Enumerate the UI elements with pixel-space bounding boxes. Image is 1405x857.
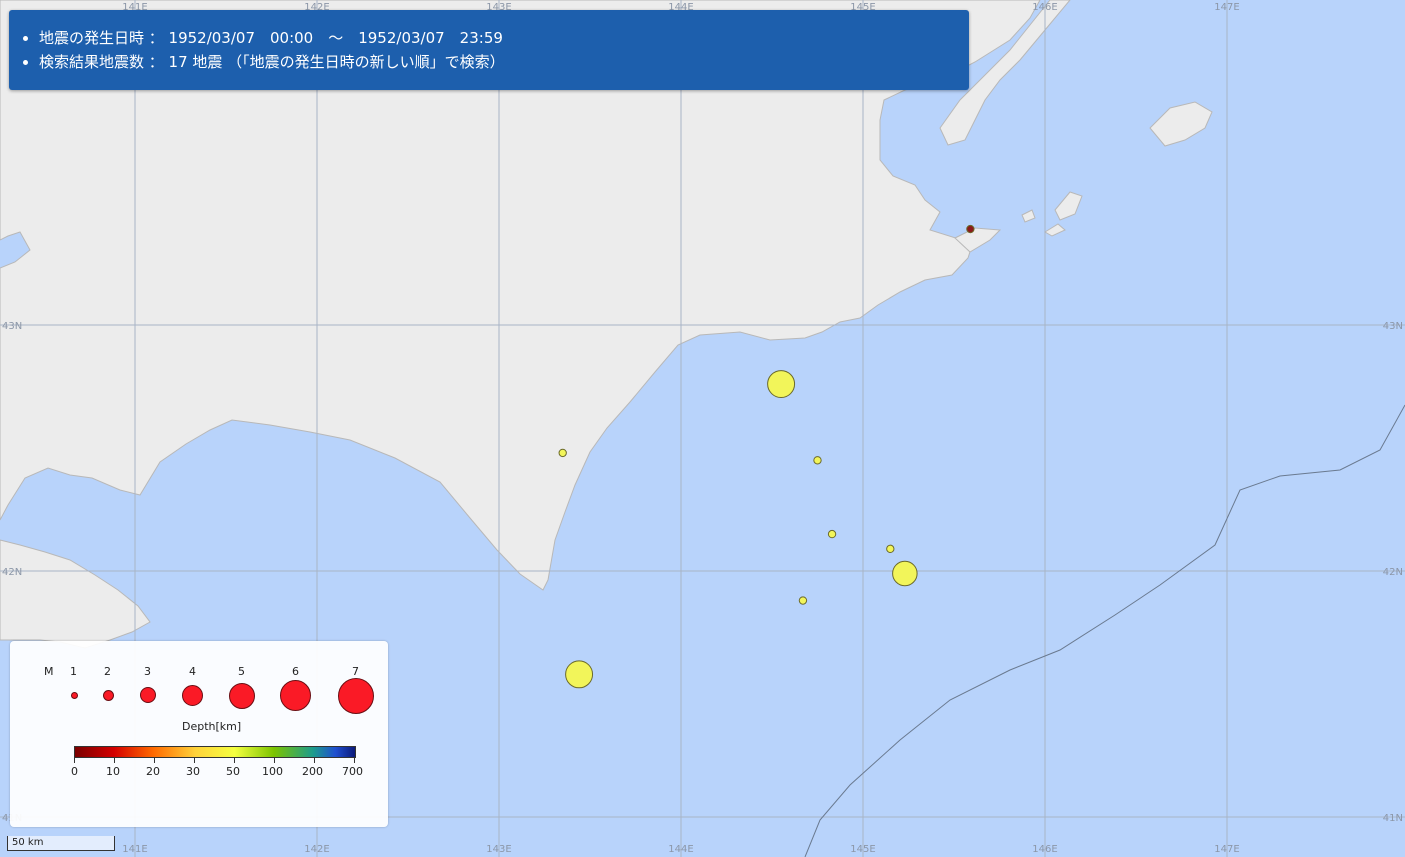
longitude-label: 147E (1214, 844, 1239, 855)
legend-circle-m7 (338, 678, 374, 714)
depth-title: Depth[km] (182, 720, 242, 733)
depth-tick-mark (274, 757, 275, 763)
depth-tick-mark (114, 757, 115, 763)
longitude-label: 143E (486, 844, 511, 855)
legend-mag-2: 2 (104, 665, 111, 678)
latitude-label: 43N (2, 321, 22, 332)
earthquake-marker[interactable] (827, 529, 837, 539)
longitude-label: 147E (1214, 2, 1239, 13)
longitude-label: 141E (122, 844, 147, 855)
depth-label-700: 700 (342, 765, 363, 778)
legend-panel: M 1 2 3 4 5 6 7 Depth[km] 0 10 20 30 50 … (10, 641, 388, 827)
depth-tick-mark (154, 757, 155, 763)
depth-label-30: 30 (186, 765, 200, 778)
legend-mag-4: 4 (189, 665, 196, 678)
depth-label-200: 200 (302, 765, 323, 778)
earthquake-marker[interactable] (966, 224, 975, 234)
earthquake-marker[interactable] (558, 448, 567, 458)
earthquake-marker[interactable] (565, 660, 594, 689)
earthquake-marker[interactable] (892, 560, 918, 587)
earthquake-marker[interactable] (767, 370, 796, 399)
latitude-label: 42N (2, 567, 22, 578)
legend-mag-5: 5 (238, 665, 245, 678)
result-count-text: 検索結果地震数 ： 17 地震 （「地震の発生日時の新しい順」で検索） (39, 50, 969, 74)
latitude-label: 41N (1383, 813, 1403, 824)
longitude-label: 146E (1032, 844, 1057, 855)
legend-mag-6: 6 (292, 665, 299, 678)
legend-mag-1: 1 (70, 665, 77, 678)
legend-circle-m3 (140, 687, 156, 703)
latitude-label: 43N (1383, 321, 1403, 332)
legend-circle-m1 (71, 692, 78, 699)
earthquake-marker[interactable] (798, 596, 808, 605)
depth-tick-mark (354, 757, 355, 763)
depth-tick-mark (314, 757, 315, 763)
depth-label-0: 0 (71, 765, 78, 778)
legend-circle-m4 (182, 685, 203, 706)
date-range-text: 地震の発生日時 ： 1952/03/07 00:00 ～ 1952/03/07 … (39, 26, 969, 50)
depth-label-50: 50 (226, 765, 240, 778)
depth-tick-mark (234, 757, 235, 763)
longitude-label: 142E (304, 844, 329, 855)
depth-label-10: 10 (106, 765, 120, 778)
longitude-label: 145E (850, 844, 875, 855)
depth-tick-mark (74, 757, 75, 763)
depth-label-100: 100 (262, 765, 283, 778)
scale-bar-label: 50 km (12, 837, 44, 848)
legend-circle-m5 (229, 683, 255, 709)
legend-mag-3: 3 (144, 665, 151, 678)
legend-m-label: M (44, 665, 54, 678)
legend-circle-m2 (103, 690, 114, 701)
search-summary-banner: 地震の発生日時 ： 1952/03/07 00:00 ～ 1952/03/07 … (9, 10, 969, 90)
latitude-label: 42N (1383, 567, 1403, 578)
legend-circle-m6 (280, 680, 311, 711)
depth-tick-mark (194, 757, 195, 763)
earthquake-marker[interactable] (886, 544, 895, 554)
scale-bar: 50 km (7, 836, 115, 851)
longitude-label: 144E (668, 844, 693, 855)
depth-label-20: 20 (146, 765, 160, 778)
legend-mag-7: 7 (352, 665, 359, 678)
earthquake-marker[interactable] (813, 456, 822, 465)
longitude-label: 146E (1032, 2, 1057, 13)
